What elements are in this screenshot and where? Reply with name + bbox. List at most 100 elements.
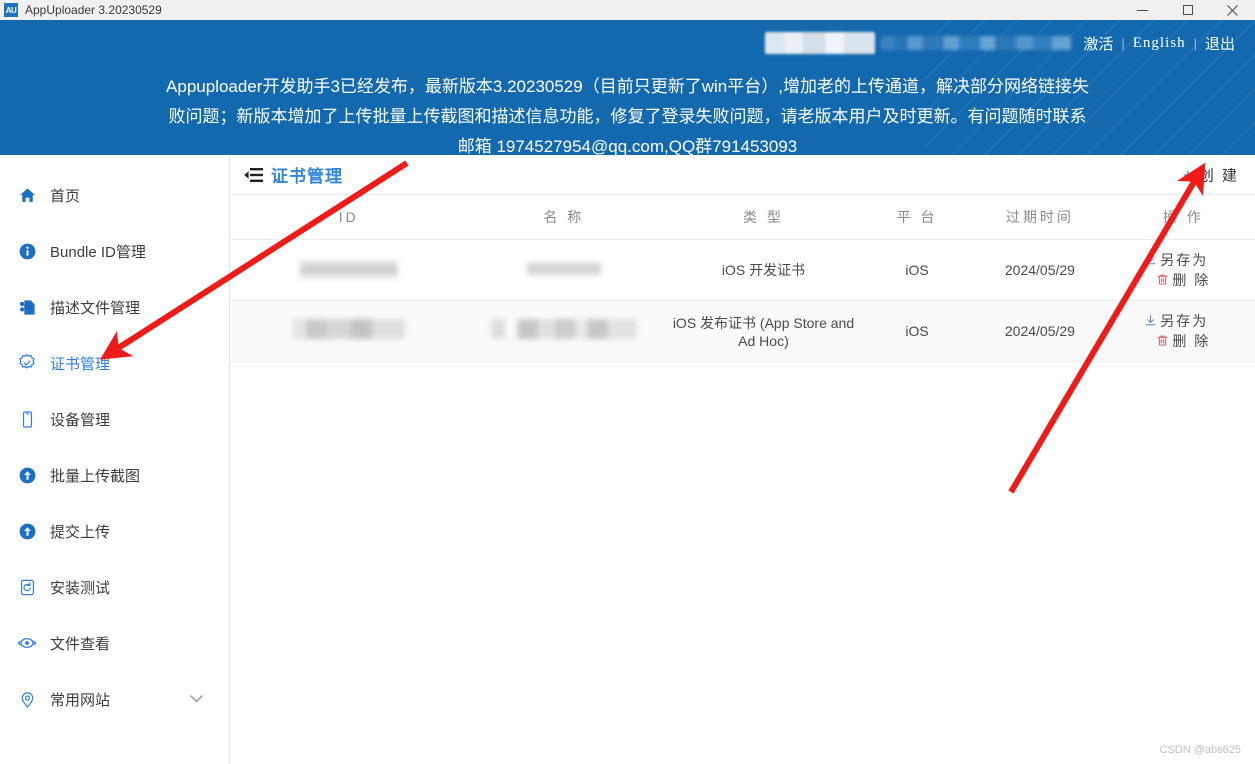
upload-circle-icon: [16, 520, 38, 542]
window-controls: [1120, 0, 1255, 20]
cell-type: iOS 开发证书: [661, 239, 866, 301]
table-body: iOS 开发证书 iOS 2024/05/29 另存为 删 除 iOS 发布证书…: [231, 239, 1255, 362]
home-icon: [16, 184, 38, 206]
sidebar-item-batch-upload-screenshots[interactable]: 批量上传截图: [0, 447, 229, 503]
main-content: 证书管理 + 创 建 ID 名 称 类 型 平 台 过期时间 操 作 iOS 开…: [231, 155, 1255, 764]
sidebar-item-submit-upload[interactable]: 提交上传: [0, 503, 229, 559]
sidebar-item-common-websites[interactable]: 常用网站: [0, 671, 229, 727]
chevron-down-icon[interactable]: [190, 691, 203, 708]
sidebar-navigation: 首页 Bundle ID管理 描述文件管理 证书管理 设备管理 批量上传截图 提…: [0, 155, 230, 764]
column-header-name: 名 称: [466, 195, 662, 240]
delete-button[interactable]: 删 除: [1156, 270, 1210, 290]
certificates-table: ID 名 称 类 型 平 台 过期时间 操 作 iOS 开发证书 iOS 202…: [231, 195, 1255, 362]
trash-icon: [1157, 335, 1168, 346]
sidebar-item-install-test[interactable]: 安装测试: [0, 559, 229, 615]
sidebar-item-device-management[interactable]: 设备管理: [0, 391, 229, 447]
column-header-id: ID: [231, 195, 467, 240]
info-icon: [16, 240, 38, 262]
location-pin-icon: [16, 688, 38, 710]
profile-file-icon: [16, 296, 38, 318]
activate-link[interactable]: 激活: [1083, 33, 1113, 54]
file-view-eye-icon: [16, 632, 38, 654]
sidebar-item-label: 安装测试: [50, 579, 111, 597]
promo-banner: 激活 | English | 退出 Appuploader开发助手3已经发布，最…: [0, 20, 1255, 155]
column-header-platform: 平 台: [865, 195, 969, 240]
create-button[interactable]: + 创 建: [1183, 164, 1239, 185]
delete-label: 删 除: [1172, 332, 1211, 349]
account-detail-redacted: [881, 36, 1072, 50]
upload-circle-icon: [16, 464, 38, 486]
table-header-row: ID 名 称 类 型 平 台 过期时间 操 作: [231, 195, 1255, 240]
save-as-label: 另存为: [1160, 312, 1209, 329]
sidebar-item-label: 证书管理: [50, 355, 111, 373]
maximize-icon: [1182, 5, 1193, 15]
delete-label: 删 除: [1172, 271, 1211, 288]
cell-type: iOS 发布证书 (App Store and Ad Hoc): [661, 300, 866, 362]
banner-separator-2: |: [1193, 35, 1197, 51]
logout-link[interactable]: 退出: [1205, 33, 1235, 54]
save-as-label: 另存为: [1160, 251, 1209, 268]
delete-button[interactable]: 删 除: [1156, 331, 1210, 351]
sidebar-item-label: 描述文件管理: [50, 299, 141, 317]
sidebar-item-label: 文件查看: [50, 635, 111, 653]
sidebar-item-label: 首页: [50, 187, 81, 205]
sidebar-item-label: 批量上传截图: [50, 467, 141, 485]
trash-icon: [1157, 274, 1168, 285]
id-redacted: [292, 319, 405, 339]
account-name-redacted: [765, 32, 876, 54]
column-header-type: 类 型: [661, 195, 866, 240]
maximize-button[interactable]: [1165, 0, 1210, 20]
save-as-button[interactable]: 另存为: [1144, 311, 1208, 331]
column-header-actions: 操 作: [1111, 195, 1255, 240]
close-icon: [1227, 4, 1238, 16]
minimize-button[interactable]: [1120, 0, 1165, 20]
table-header: ID 名 称 类 型 平 台 过期时间 操 作: [231, 195, 1255, 240]
phone-icon: [16, 408, 38, 430]
sidebar-item-provisioning-profile[interactable]: 描述文件管理: [0, 279, 229, 335]
app-logo-icon: AU: [4, 3, 18, 17]
language-link[interactable]: English: [1133, 35, 1186, 52]
cell-actions: 另存为 删 除: [1111, 239, 1255, 301]
plus-icon: +: [1182, 165, 1195, 184]
table-row[interactable]: iOS 发布证书 (App Store and Ad Hoc) iOS 2024…: [231, 300, 1255, 362]
install-test-icon: [16, 576, 38, 598]
cell-platform: iOS: [865, 239, 969, 301]
id-redacted: [299, 257, 398, 279]
banner-notice-text: Appuploader开发助手3已经发布，最新版本3.20230529（目前只更…: [166, 77, 1089, 155]
sidebar-item-certificate-management[interactable]: 证书管理: [0, 335, 229, 391]
save-as-button[interactable]: 另存为: [1144, 250, 1208, 270]
window-title: AppUploader 3.20230529: [25, 3, 162, 17]
close-button[interactable]: [1210, 0, 1255, 20]
cell-id: [231, 300, 467, 362]
cell-name: [466, 239, 662, 301]
cell-platform: iOS: [865, 300, 969, 362]
banner-separator-1: |: [1121, 35, 1125, 51]
table-row[interactable]: iOS 开发证书 iOS 2024/05/29 另存为 删 除: [231, 239, 1255, 301]
cell-name: [466, 300, 662, 362]
sidebar-item-label: Bundle ID管理: [50, 243, 146, 261]
cell-id: [231, 239, 467, 301]
name-redacted: [490, 319, 637, 339]
collapse-menu-icon[interactable]: [243, 167, 263, 183]
page-title: 证书管理: [271, 167, 343, 186]
sidebar-item-label: 提交上传: [50, 523, 111, 541]
watermark: CSDN @abs625: [1159, 744, 1241, 756]
cell-expiry: 2024/05/29: [968, 239, 1112, 301]
sidebar-item-label: 常用网站: [50, 691, 111, 709]
download-icon: [1145, 254, 1156, 265]
sidebar-item-file-view[interactable]: 文件查看: [0, 615, 229, 671]
cell-actions: 另存为 删 除: [1111, 300, 1255, 362]
name-redacted: [526, 259, 601, 277]
sidebar-item-bundle-id[interactable]: Bundle ID管理: [0, 223, 229, 279]
window-title-bar: AU AppUploader 3.20230529: [0, 0, 1255, 20]
certificate-badge-icon: [16, 352, 38, 374]
download-icon: [1145, 315, 1156, 326]
application-window: AU AppUploader 3.20230529 激活 | English |…: [0, 0, 1255, 764]
sidebar-item-label: 设备管理: [50, 411, 111, 429]
minimize-icon: [1137, 9, 1148, 11]
sidebar-item-home[interactable]: 首页: [0, 167, 229, 223]
create-button-label: 创 建: [1198, 167, 1239, 184]
content-header: 证书管理 + 创 建: [231, 155, 1255, 195]
column-header-expiry: 过期时间: [968, 195, 1112, 240]
cell-expiry: 2024/05/29: [968, 300, 1112, 362]
